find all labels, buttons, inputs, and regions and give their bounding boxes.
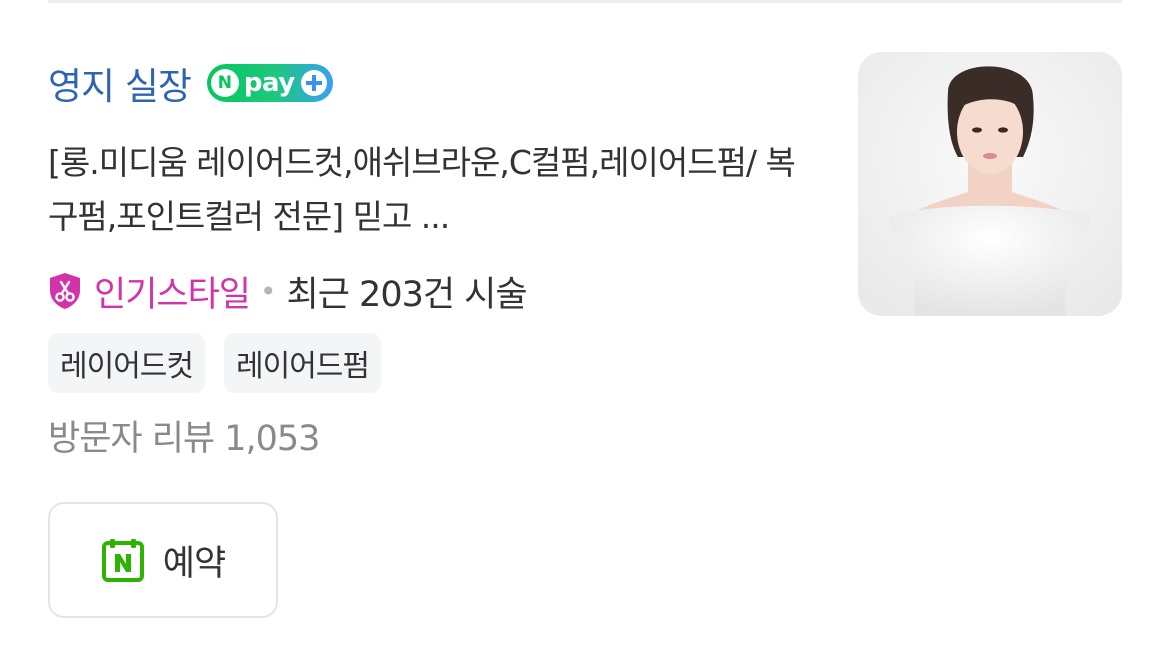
popular-style-badge: 인기스타일: [94, 274, 251, 315]
npay-label: pay: [243, 68, 295, 98]
listing-description[interactable]: [롱.미디움 레이어드컷,애쉬브라운,C컬펌,레이어드펌/ 복구펌,포인트컬러 …: [48, 136, 808, 244]
npay-plus-icon: N pay: [206, 64, 333, 102]
plus-icon: [300, 70, 327, 96]
title-row: 영지 실장 N pay: [48, 52, 333, 114]
reserve-label: 예약: [162, 543, 226, 584]
visitor-review-count[interactable]: 방문자 리뷰 1,053: [48, 410, 320, 461]
listing-title[interactable]: 영지 실장: [48, 56, 192, 110]
top-divider: [48, 0, 1122, 3]
npay-n-logo: N: [210, 69, 239, 97]
tag-layered-cut[interactable]: 레이어드컷: [48, 333, 205, 393]
separator-dot: •: [260, 274, 277, 308]
scissors-shield-icon: [50, 273, 80, 309]
naver-calendar-icon: [101, 539, 144, 582]
tag-layered-perm[interactable]: 레이어드펌: [224, 333, 381, 393]
recent-service-count: 최근 203건 시술: [286, 274, 528, 315]
popularity-row: 인기스타일 • 최근 203건 시술: [48, 266, 528, 316]
stylist-photo[interactable]: [858, 52, 1122, 316]
style-tags: 레이어드컷 레이어드펌: [48, 333, 381, 393]
stylist-portrait-image: [858, 52, 1122, 316]
reserve-button[interactable]: 예약: [48, 502, 278, 618]
